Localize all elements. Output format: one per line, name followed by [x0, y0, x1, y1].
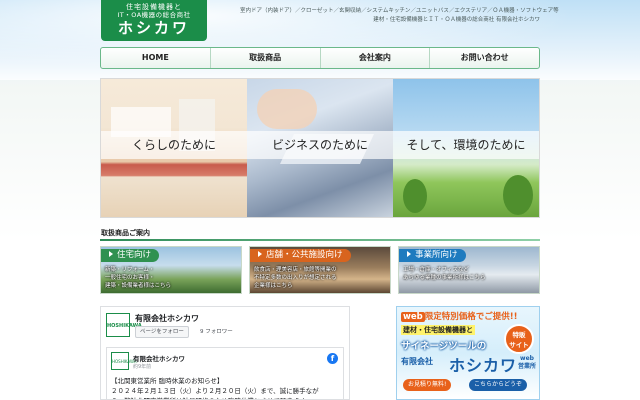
hero-text-business: ビジネスのために — [271, 138, 368, 152]
category-office[interactable]: 事業所向け 工場・倉庫・オフィスなど あらゆる業種の事業所様はこちら — [398, 246, 540, 294]
logo-line1: 住宅設備機器と — [126, 3, 182, 11]
category-label: 事業所向け — [415, 250, 458, 260]
category-label: 店舗・公共施設向け — [266, 250, 343, 260]
arrow-right-icon — [109, 251, 113, 257]
hero-text-living: くらしのために — [131, 138, 216, 152]
hero-panel-business: ビジネスのために — [247, 79, 393, 217]
section-divider — [100, 239, 540, 241]
category-label: 住宅向け — [117, 250, 152, 260]
page-avatar[interactable]: HOSHIKAWA — [106, 313, 142, 337]
products-section-title: 取扱商品ご案内 — [101, 229, 150, 237]
tree-image — [403, 179, 427, 213]
banner-line5: web 営業所 — [517, 355, 536, 370]
category-tab: 店舗・公共施設向け — [250, 249, 351, 262]
special-site-badge: 特販 サイト — [504, 324, 534, 354]
page-name-link[interactable]: 有限会社ホシカワ — [135, 313, 199, 324]
follow-label: ページをフォロー — [140, 329, 184, 335]
banner-line4: ホシカワ — [449, 356, 518, 375]
category-tab: 住宅向け — [101, 249, 160, 262]
nav-company[interactable]: 会社案内 — [321, 48, 431, 68]
tagline-products: 室内ドア（内装ドア）／クローゼット／玄関収納／システムキッチン／ユニットバス／エ… — [240, 8, 559, 14]
banner-line3: 有限会社 — [401, 357, 433, 366]
facebook-widget: HOSHIKAWA 有限会社ホシカワ ページをフォロー 9 フォロワー HOSH… — [100, 306, 350, 400]
follower-count: 9 フォロワー — [200, 329, 233, 335]
header-tagline: 室内ドア（内装ドア）／クローゼット／玄関収納／システムキッチン／ユニットバス／エ… — [240, 7, 559, 25]
hand-image — [257, 89, 317, 129]
web-sales-banner[interactable]: web 限定特別価格でご提供!! 建材・住宅設備機器と サイネージツールの 特販 … — [396, 306, 540, 400]
facebook-post: HOSHIKAWA 有限会社ホシカワ 約9年前 f 【北関東営業所 臨時休業のお… — [106, 347, 344, 399]
nav-products[interactable]: 取扱商品 — [211, 48, 321, 68]
category-desc: 新築・リフォーム・ 一般住宅のお客様・ 建築・設備業者様はこちら — [105, 267, 172, 289]
banner-headline-text: 限定特別価格でご提供!! — [424, 312, 518, 322]
category-desc: 工場・倉庫・オフィスなど あらゆる業種の事業所様はこちら — [403, 267, 486, 281]
follow-button[interactable]: ページをフォロー — [135, 326, 189, 338]
logo-name: ホシカワ — [117, 19, 190, 37]
tagline-company: 建材・住宅設備機器とＩＴ・ＯＡ機器の総合商社 有限会社ホシカワ — [373, 17, 540, 23]
logo-line2: IT・OA機器の総合商社 — [117, 11, 191, 19]
tree-image — [503, 175, 533, 215]
facebook-icon[interactable]: f — [327, 353, 338, 364]
banner-line2: サイネージツールの — [401, 341, 487, 352]
category-tab: 事業所向け — [399, 249, 466, 262]
hero-panel-environment: そして、環境のために — [393, 79, 539, 217]
banner-line1: 建材・住宅設備機器と — [401, 325, 475, 335]
category-desc: 飲食店・理美容店・旅館等開業の 不特定多数の出入りが想定される 企業様はこちら — [254, 267, 337, 289]
post-time[interactable]: 約9年前 — [133, 363, 151, 370]
category-residential[interactable]: 住宅向け 新築・リフォーム・ 一般住宅のお客様・ 建築・設備業者様はこちら — [100, 246, 242, 294]
post-avatar[interactable]: HOSHIKAWA — [111, 352, 136, 370]
free-estimate-button[interactable]: お見積り無料! — [403, 379, 452, 391]
banner-web-tag: web — [401, 312, 425, 322]
arrow-right-icon — [407, 251, 411, 257]
site-logo[interactable]: 住宅設備機器と IT・OA機器の総合商社 ホシカワ — [101, 0, 207, 41]
hero-banner: くらしのために ビジネスのために そして、環境のために — [100, 78, 540, 218]
post-author[interactable]: 有限会社ホシカワ — [133, 353, 185, 363]
go-here-button[interactable]: こちらからどうぞ — [469, 379, 528, 391]
arrow-right-icon — [258, 251, 262, 257]
main-nav: HOME 取扱商品 会社案内 お問い合わせ — [100, 47, 540, 69]
hero-text-environment: そして、環境のために — [406, 138, 526, 152]
category-store[interactable]: 店舗・公共施設向け 飲食店・理美容店・旅館等開業の 不特定多数の出入りが想定され… — [249, 246, 391, 294]
banner-headline: web 限定特別価格でご提供!! — [401, 310, 517, 322]
nav-contact[interactable]: お問い合わせ — [430, 48, 539, 68]
nav-home[interactable]: HOME — [101, 48, 211, 68]
hero-panel-living: くらしのために — [101, 79, 247, 217]
post-text: 【北関東営業所 臨時休業のお知らせ】 ２０２４年２月１３日（火）より２月２０日（… — [111, 377, 319, 399]
